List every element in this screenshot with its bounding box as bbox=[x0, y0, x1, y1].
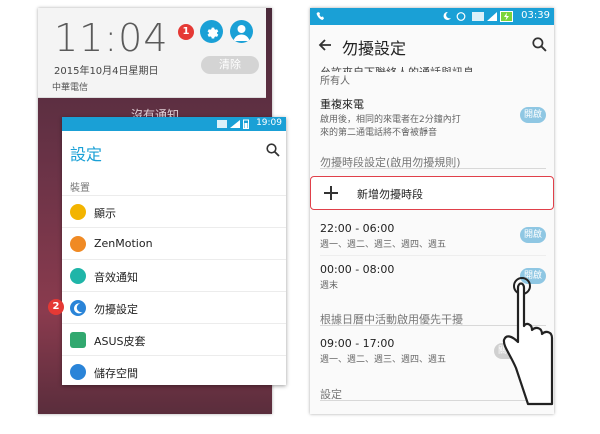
battery-charging-icon bbox=[500, 11, 513, 22]
status-bar: 03:39 bbox=[310, 8, 554, 25]
tap-hand-icon bbox=[502, 277, 554, 406]
schedule-days: 週一、週二、週三、週四、週五 bbox=[320, 240, 447, 250]
settings-item-asus-cover[interactable]: ASUS皮套 bbox=[62, 323, 286, 355]
add-schedule-label: 新增勿擾時段 bbox=[357, 188, 423, 201]
schedule-toggle[interactable]: 開啟 bbox=[520, 227, 546, 243]
settings-item-do-not-disturb[interactable]: 勿擾設定 bbox=[62, 291, 286, 323]
settings-item-zenmotion[interactable]: ZenMotion bbox=[62, 227, 286, 259]
sound-icon bbox=[70, 268, 86, 284]
right-phone-screen: 03:39 勿擾設定 允許來自下聯絡人的通話與訊息 所有人 重複來電 啟用後，相… bbox=[310, 8, 554, 414]
gear-icon bbox=[207, 27, 219, 39]
search-icon[interactable] bbox=[266, 143, 280, 157]
carrier-label: 中華電信 bbox=[52, 83, 89, 93]
divider bbox=[320, 255, 546, 256]
battery-icon bbox=[243, 119, 249, 129]
calendar-schedule-days: 週一、週二、週三、週四、週五 bbox=[320, 355, 447, 365]
quick-settings-card: 11:04 2015年10月4日星期日 1 清除 中華電信 bbox=[38, 8, 266, 98]
moon-icon bbox=[443, 11, 451, 20]
section-header-device: 裝置 bbox=[70, 183, 90, 194]
phone-icon bbox=[316, 12, 324, 20]
settings-item-label: 儲存空間 bbox=[94, 367, 138, 380]
allowed-contacts-value: 所有人 bbox=[320, 76, 350, 87]
step-badge-1: 1 bbox=[178, 24, 194, 40]
settings-item-display[interactable]: 顯示 bbox=[62, 195, 286, 227]
cover-icon bbox=[70, 332, 86, 348]
repeat-calls-desc: 來的第二通電話將不會被靜音 bbox=[320, 128, 438, 138]
repeat-calls-title: 重複來電 bbox=[320, 98, 364, 111]
storage-icon bbox=[70, 364, 86, 380]
alarm-icon bbox=[456, 12, 466, 21]
settings-item-label: 音效通知 bbox=[94, 271, 138, 284]
settings-item-storage[interactable]: 儲存空間 bbox=[62, 355, 286, 387]
scrolled-text: 允許來自下聯絡人的通話與訊息 bbox=[320, 64, 474, 72]
lte-icon bbox=[472, 12, 484, 21]
settings-item-label: ASUS皮套 bbox=[94, 335, 146, 348]
signal-icon bbox=[230, 120, 240, 128]
divider bbox=[320, 168, 546, 169]
person-icon bbox=[233, 25, 250, 41]
clock: 11:04 bbox=[54, 16, 169, 60]
repeat-calls-toggle[interactable]: 開啟 bbox=[520, 107, 546, 123]
calendar-schedule-time: 09:00 - 17:00 bbox=[320, 337, 395, 350]
plus-icon bbox=[324, 186, 338, 200]
moon-icon bbox=[70, 300, 86, 316]
settings-panel: 19:09 設定 裝置 顯示 ZenMotion 音效通知 勿擾設定 ASUS皮… bbox=[62, 117, 286, 385]
schedule-days: 週末 bbox=[320, 281, 339, 291]
settings-gear-button[interactable] bbox=[200, 20, 223, 43]
add-schedule-button[interactable]: 新增勿擾時段 bbox=[310, 176, 554, 210]
back-arrow-icon[interactable] bbox=[318, 38, 332, 52]
date-text: 2015年10月4日星期日 bbox=[54, 66, 159, 77]
display-icon bbox=[70, 204, 86, 220]
zenmotion-icon bbox=[70, 236, 86, 252]
settings-item-label: ZenMotion bbox=[94, 237, 153, 250]
schedule-time: 00:00 - 08:00 bbox=[320, 263, 395, 276]
settings-title: 設定 bbox=[70, 145, 103, 164]
search-icon[interactable] bbox=[532, 37, 547, 52]
status-time: 03:39 bbox=[521, 10, 550, 21]
status-time: 19:09 bbox=[256, 118, 282, 128]
clear-notifications-button[interactable]: 清除 bbox=[201, 56, 259, 74]
page-title: 勿擾設定 bbox=[342, 39, 407, 58]
settings-item-label: 勿擾設定 bbox=[94, 303, 138, 316]
repeat-calls-desc: 啟用後，相同的來電者在2分鐘內打 bbox=[320, 115, 461, 125]
schedule-time: 22:00 - 06:00 bbox=[320, 222, 395, 235]
lte-icon bbox=[217, 120, 227, 128]
settings-item-sound[interactable]: 音效通知 bbox=[62, 259, 286, 291]
step-badge-2: 2 bbox=[48, 299, 64, 315]
status-bar: 19:09 bbox=[62, 117, 286, 131]
user-avatar-button[interactable] bbox=[230, 20, 253, 43]
signal-icon bbox=[487, 12, 497, 21]
settings-item-label: 顯示 bbox=[94, 207, 116, 220]
